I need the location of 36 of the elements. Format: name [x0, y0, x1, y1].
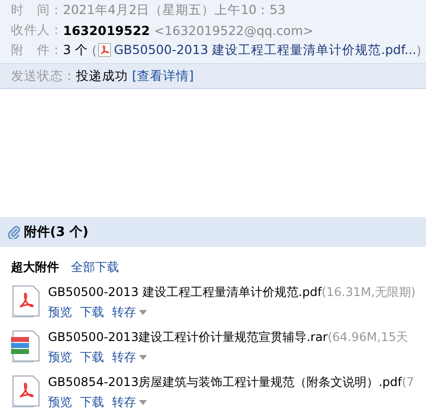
attachment-link[interactable]: GB50500-2013 建设工程工程量清单计价规范.pdf...: [114, 42, 416, 58]
status-label: 发送状态：: [11, 68, 76, 84]
file-name[interactable]: GB50500-2013建设工程计价计量规范宣贯辅导.rar(64.96M,15天: [48, 329, 408, 346]
field-label: 时 间：: [11, 2, 63, 18]
recipient-address: <1632019522@qq.com>: [154, 22, 314, 38]
recipient-name: 1632019522: [63, 22, 150, 38]
sent-time: 2021年4月2日（星期五）上午10：53: [63, 2, 286, 18]
file-action-link[interactable]: 下载: [80, 349, 104, 366]
download-all-link[interactable]: 全部下载: [71, 259, 119, 276]
archive-file-icon: [10, 329, 42, 363]
file-name[interactable]: GB50854-2013房屋建筑与装饰工程计量规范（附条文说明）.pdf(7: [48, 374, 414, 391]
file-name[interactable]: GB50500-2013 建设工程工程量清单计价规范.pdf(16.31M,无限期): [48, 284, 416, 301]
file-action-link[interactable]: 下载: [80, 304, 104, 321]
file-action-link[interactable]: 转存: [112, 394, 147, 411]
paren: ): [416, 42, 422, 58]
pdf-file-icon: [10, 284, 42, 318]
file-action-link[interactable]: 预览: [48, 349, 72, 366]
caret-icon: [139, 310, 147, 315]
caret-icon: [139, 400, 147, 405]
field-label: 附 件：: [11, 42, 63, 58]
section-title: 超大附件: [11, 259, 59, 276]
field-label: 收件人：: [11, 22, 63, 38]
paperclip-icon: [8, 225, 20, 239]
attachments-title: 附件(3 个): [24, 224, 88, 241]
file-action-link[interactable]: 下载: [80, 394, 104, 411]
caret-icon: [139, 355, 147, 360]
file-action-link[interactable]: 预览: [48, 304, 72, 321]
details-link[interactable]: [查看详情]: [132, 68, 194, 84]
file-action-link[interactable]: 预览: [48, 394, 72, 411]
file-action-link[interactable]: 转存: [112, 349, 147, 366]
pdf-icon: [98, 43, 111, 57]
delivery-status: 投递成功: [76, 68, 128, 84]
file-action-link[interactable]: 转存: [112, 304, 147, 321]
paren: (: [92, 42, 97, 58]
attachment-count: 3 个: [63, 42, 88, 58]
pdf-file-icon: [10, 374, 42, 408]
